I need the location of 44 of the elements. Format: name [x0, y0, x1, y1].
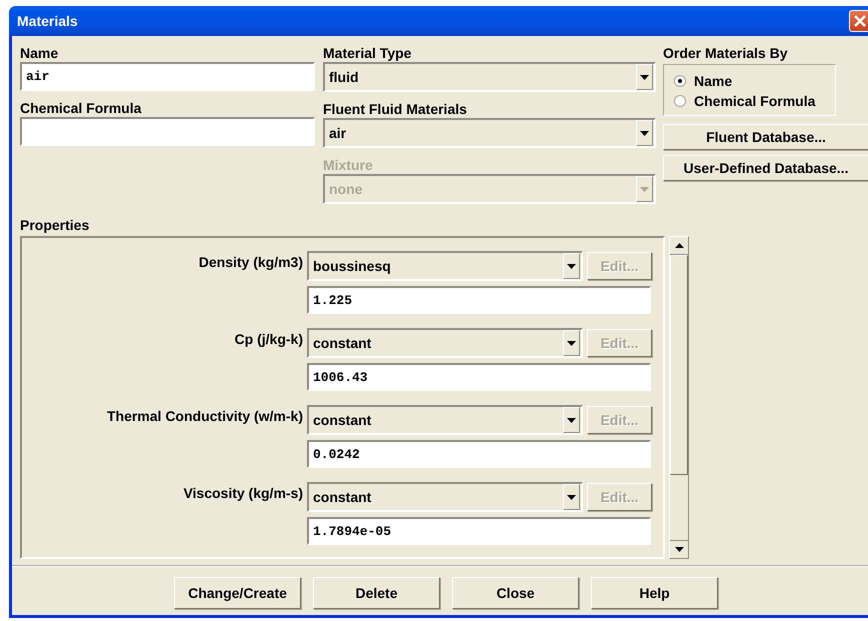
dropdown[interactable]: fluid: [323, 62, 656, 92]
dialog-button[interactable]: Delete: [313, 577, 440, 609]
up-arrow-icon: [674, 243, 684, 248]
dialog-button[interactable]: Help: [591, 577, 718, 609]
database-button[interactable]: User-Defined Database...: [663, 155, 868, 181]
name-field[interactable]: air: [20, 62, 315, 91]
property-label: Viscosity (kg/m-s): [182, 484, 303, 501]
value-field[interactable]: 1.225: [307, 286, 651, 314]
section-label: Properties: [20, 216, 90, 234]
property-label: Density (kg/m3): [198, 253, 303, 270]
dropdown[interactable]: air: [323, 118, 656, 148]
caret-icon: [567, 340, 576, 346]
caret-icon: [567, 264, 576, 268]
window-title: Materials: [17, 13, 79, 29]
scrollbar[interactable]: [669, 236, 689, 559]
value-field[interactable]: 0.0242: [307, 440, 651, 468]
property-label: Thermal Conductivity (w/m-k): [106, 407, 303, 424]
field-label: Mixture: [323, 156, 374, 174]
formula-field[interactable]: [20, 117, 315, 146]
down-arrow-icon: [674, 547, 684, 552]
value-field[interactable]: 1.7894e-05: [307, 517, 651, 545]
field-label: Fluent Fluid Materials: [323, 100, 468, 118]
method-dropdown[interactable]: constant: [307, 328, 583, 358]
field-label: Name: [20, 44, 60, 62]
close-button[interactable]: [849, 10, 868, 32]
field-label: Material Type: [323, 44, 412, 62]
group-label: Order Materials By: [663, 44, 788, 62]
method-dropdown[interactable]: constant: [307, 405, 583, 435]
caret-icon: [567, 418, 576, 422]
property-label: Cp (j/kg-k): [234, 330, 303, 347]
caret-icon: [640, 130, 649, 136]
database-button[interactable]: Fluent Database...: [663, 124, 868, 150]
radio-option[interactable]: Name: [674, 73, 835, 89]
radio-option[interactable]: Chemical Formula: [674, 93, 835, 109]
field-label: Chemical Formula: [20, 99, 142, 117]
close-icon: [854, 15, 866, 27]
caret-icon: [640, 186, 649, 192]
dialog-button[interactable]: Change/Create: [174, 577, 301, 609]
caret-icon: [567, 494, 576, 500]
method-dropdown[interactable]: boussinesq: [307, 251, 583, 281]
dialog-button[interactable]: Close: [452, 577, 579, 609]
method-dropdown[interactable]: constant: [307, 482, 583, 512]
caret-icon: [640, 74, 649, 80]
value-field[interactable]: 1006.43: [307, 363, 651, 391]
